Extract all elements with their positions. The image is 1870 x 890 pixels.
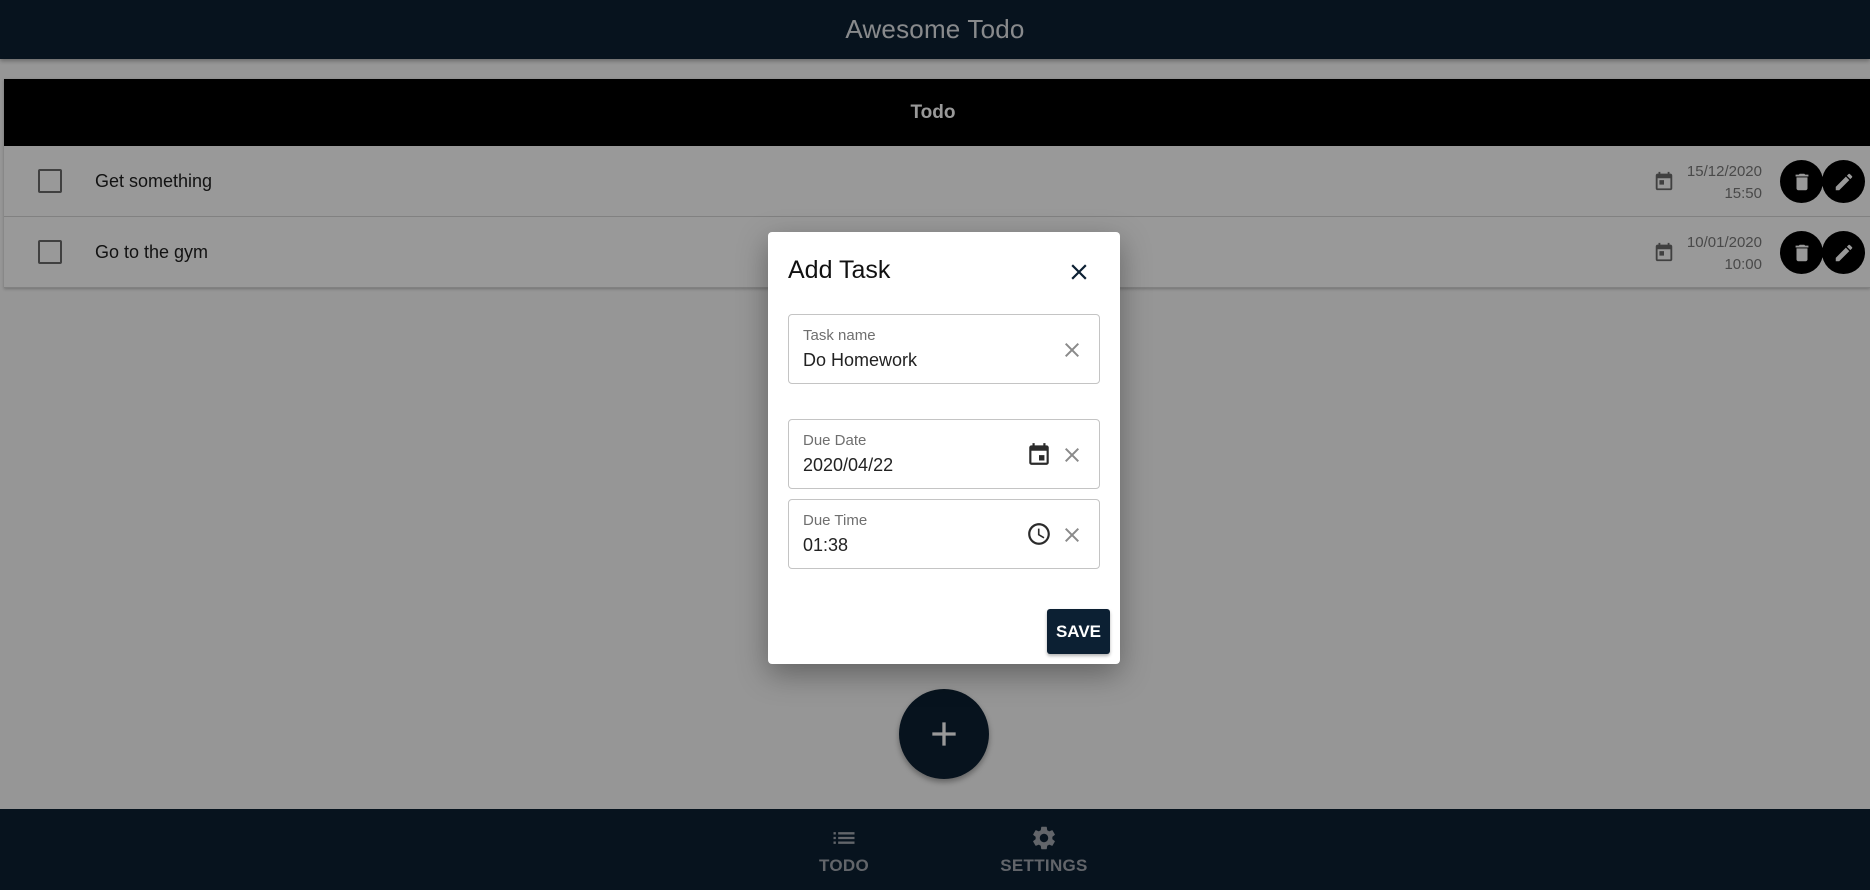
clock-icon [1028, 523, 1050, 545]
due-time-label: Due Time [803, 512, 868, 529]
clear-icon [1065, 343, 1079, 357]
clear-due-date-button[interactable] [1059, 442, 1085, 468]
task-name-field[interactable]: Task name Do Homework [788, 314, 1100, 384]
dialog-title: Add Task [788, 256, 891, 284]
due-time-input[interactable]: 01:38 [803, 535, 848, 556]
close-icon [1071, 264, 1087, 280]
calendar-icon [1029, 443, 1049, 465]
task-name-input[interactable]: Do Homework [803, 350, 917, 371]
due-date-label: Due Date [803, 432, 867, 449]
due-date-field[interactable]: Due Date 2020/04/22 [788, 419, 1100, 489]
clear-task-name-button[interactable] [1059, 337, 1085, 363]
due-date-input[interactable]: 2020/04/22 [803, 455, 893, 476]
clear-icon [1065, 528, 1079, 542]
clear-icon [1065, 448, 1079, 462]
save-button[interactable]: SAVE [1047, 609, 1110, 654]
app-root: Awesome Todo Todo Get something 15/12/20… [0, 0, 1870, 890]
time-picker-button[interactable] [1025, 520, 1053, 548]
add-task-dialog: Add Task Task name Do Homework Due Date … [768, 232, 1120, 664]
due-time-field[interactable]: Due Time 01:38 [788, 499, 1100, 569]
clear-due-time-button[interactable] [1059, 522, 1085, 548]
close-button[interactable] [1065, 258, 1093, 286]
task-name-label: Task name [803, 327, 876, 344]
date-picker-button[interactable] [1025, 440, 1053, 468]
